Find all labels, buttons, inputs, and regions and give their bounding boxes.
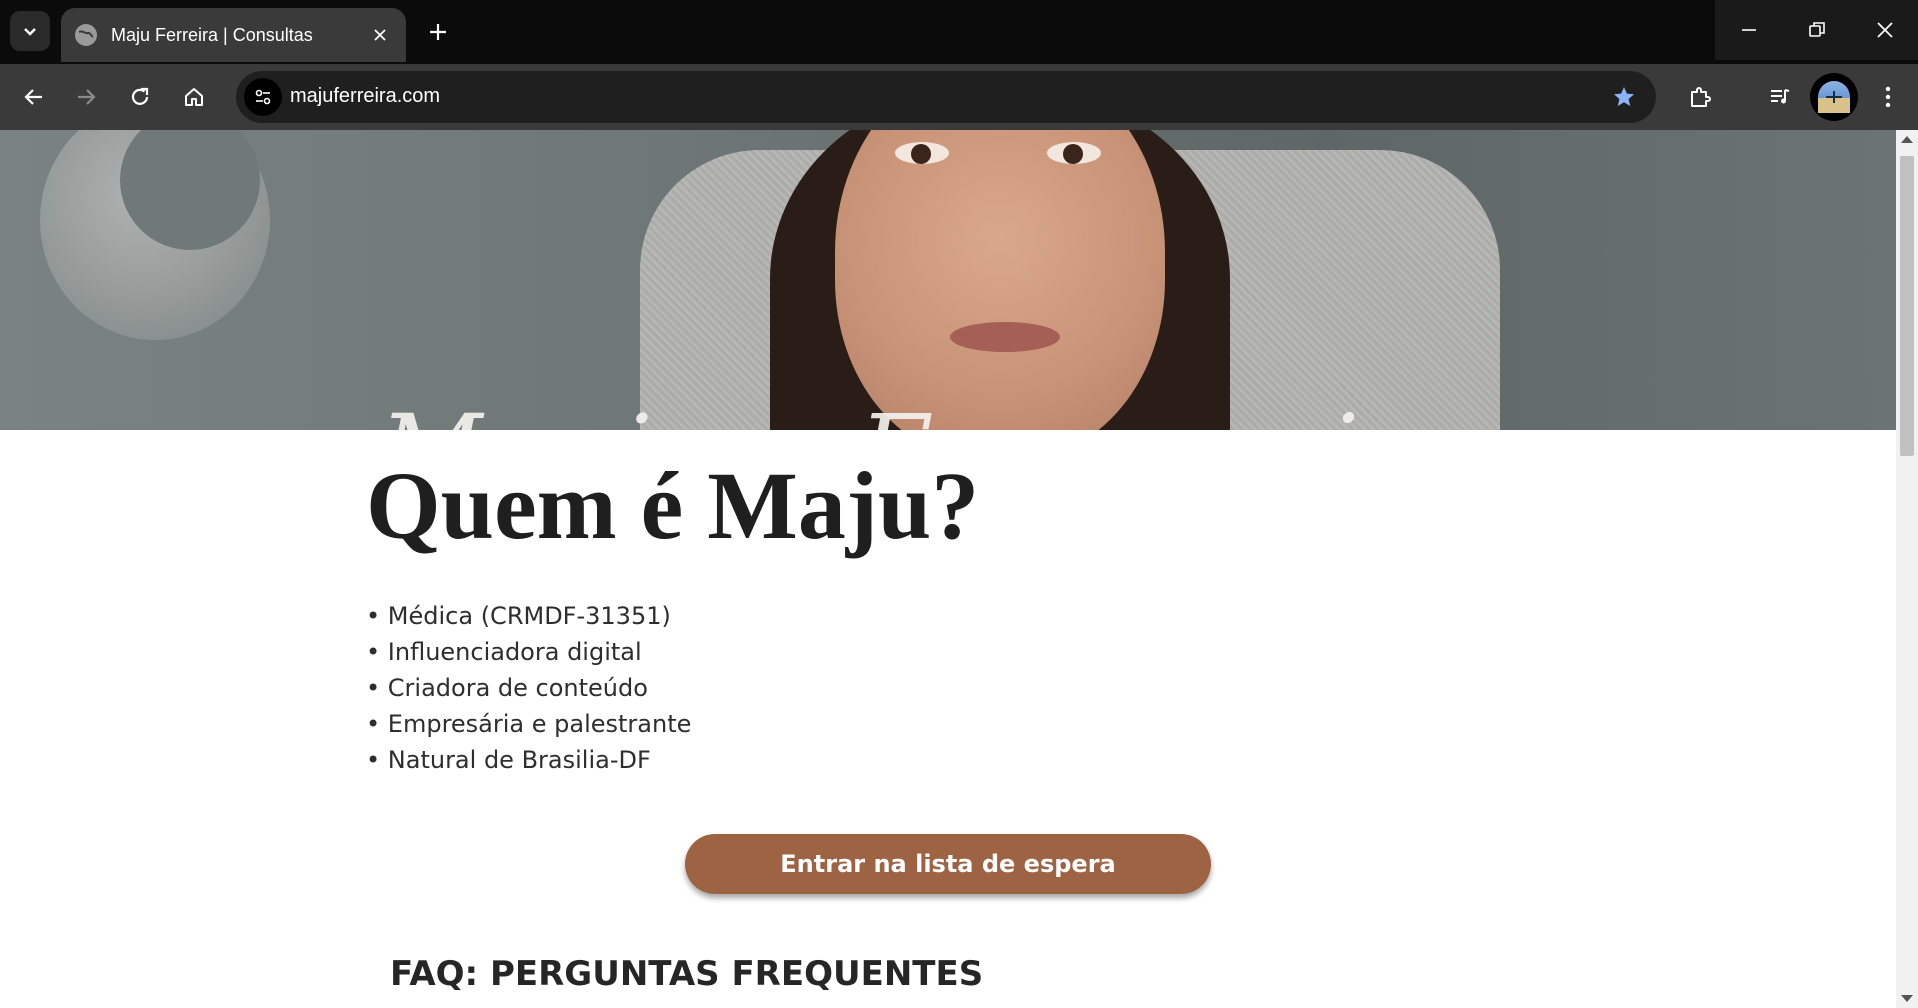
browser-menu-button[interactable] [1868,77,1908,117]
about-section: Quem é Maju? [366,458,979,554]
hero-portrait [835,130,1165,430]
waitlist-button[interactable]: Entrar na lista de espera [685,834,1211,894]
page-scrollbar[interactable] [1896,130,1918,1008]
list-item: • Natural de Brasilia-DF [366,746,651,774]
scroll-up-arrow[interactable] [1901,136,1913,143]
site-info-button[interactable] [244,78,282,116]
hero-eye-right [1047,142,1101,164]
list-item: • Empresária e palestrante [366,710,692,738]
page-title: Quem é Maju? [366,452,980,559]
new-tab-button[interactable] [418,12,458,52]
bookmark-button[interactable] [1610,83,1638,111]
restore-button[interactable] [1783,0,1851,60]
hero-lamp-decoration [40,130,270,340]
hero-script-name: Maju Ferreira [380,402,1543,431]
star-icon [1614,87,1634,106]
scrollbar-thumb[interactable] [1900,156,1914,456]
profile-picture [1818,81,1850,113]
bio-list: • Médica (CRMDF-31351) • Influenciadora … [366,598,691,778]
puzzle-icon [1691,87,1711,107]
window-close-button[interactable] [1851,0,1918,60]
tab-search-button[interactable] [10,11,50,51]
list-item: • Médica (CRMDF-31351) [366,602,671,630]
home-button[interactable] [174,77,214,117]
home-icon [185,88,203,106]
minimize-button[interactable] [1715,0,1783,60]
arrow-right-icon [78,89,96,105]
close-icon [1877,22,1893,38]
avatar[interactable] [1810,73,1858,121]
list-item: • Criadora de conteúdo [366,674,648,702]
kebab-menu-icon [1885,86,1891,108]
active-tab[interactable]: Maju Ferreira | Consultas [61,8,406,62]
playlist-icon [1771,89,1790,104]
faq-heading: FAQ: PERGUNTAS FREQUENTES [390,954,984,994]
extensions-button[interactable] [1680,77,1720,117]
page-viewport: Maju Ferreira Quem é Maju? • Médica (CRM… [0,130,1896,1008]
browser-toolbar: majuferreira.com [0,64,1918,130]
back-button[interactable] [14,77,54,117]
hero-banner: Maju Ferreira [0,130,1896,430]
arrow-left-icon [24,89,42,105]
chevron-down-icon [24,28,36,36]
tab-strip: Maju Ferreira | Consultas [0,0,1918,64]
restore-icon [1809,22,1825,37]
tab-title: Maju Ferreira | Consultas [111,24,313,45]
list-item: • Influenciadora digital [366,638,642,666]
tab-close-button[interactable] [368,23,392,47]
address-bar[interactable]: majuferreira.com [236,71,1656,123]
hero-eye-left [895,142,949,164]
hero-lips [950,322,1060,352]
reload-button[interactable] [120,77,160,117]
globe-icon [75,24,97,46]
close-icon [374,29,386,41]
url-text[interactable]: majuferreira.com [290,85,440,108]
plus-icon [430,24,446,40]
media-controls-button[interactable] [1760,77,1800,117]
minimize-icon [1742,29,1756,31]
forward-button[interactable] [66,77,106,117]
reload-icon [131,87,149,105]
tune-icon [255,89,271,105]
scroll-down-arrow[interactable] [1901,995,1913,1002]
